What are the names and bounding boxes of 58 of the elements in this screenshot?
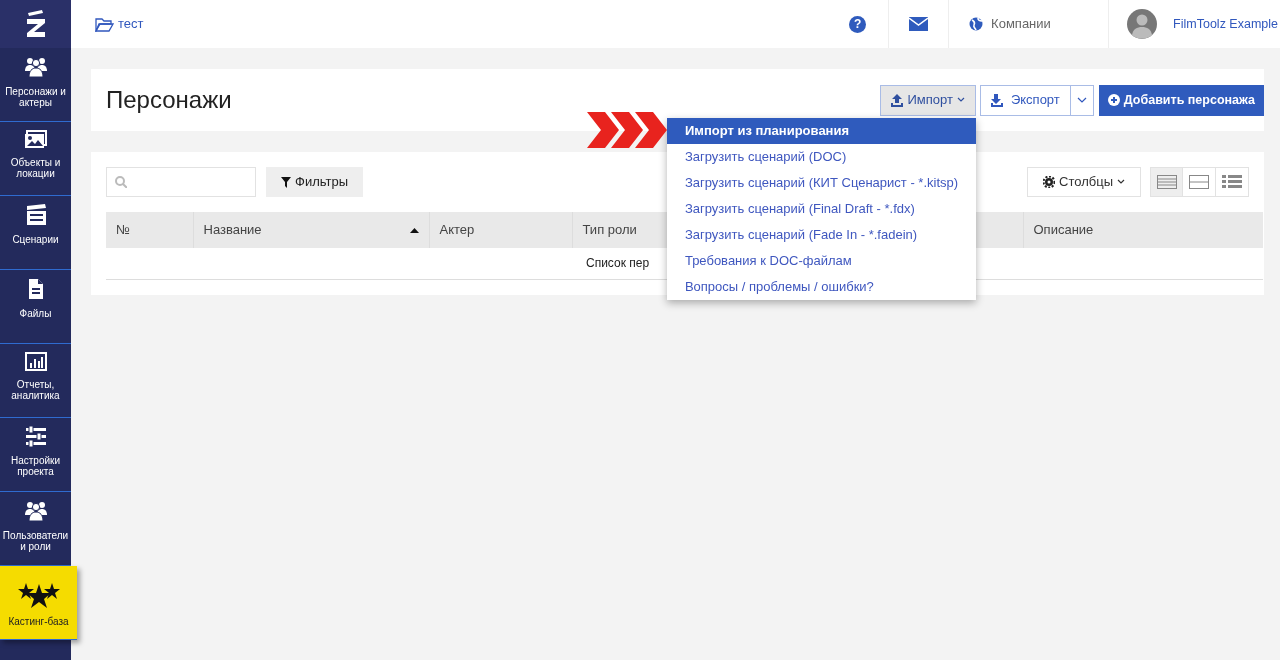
dropdown-toggle-button[interactable] [1070, 84, 1094, 116]
sliders-icon [24, 426, 47, 447]
filters-button[interactable]: Фильтры [266, 167, 363, 197]
caret-icon [1117, 179, 1125, 185]
view-mode-button[interactable] [1150, 167, 1183, 197]
menu-item[interactable]: Загрузить сценарий (КИТ Сценарист - *.kitsp) [666, 169, 976, 196]
menu-item[interactable]: Требования к DOC-файлам [666, 247, 976, 274]
caret-icon [956, 97, 965, 103]
image-icon [24, 130, 47, 149]
globe-icon[interactable] [969, 17, 984, 31]
people-icon [23, 500, 48, 522]
download-icon [990, 93, 1003, 107]
plus-icon [1107, 94, 1120, 106]
list-icon [1222, 175, 1242, 189]
column-header[interactable]: № [106, 212, 193, 248]
user-name-link[interactable]: FilmToolz Example [1173, 14, 1278, 34]
companies-link[interactable]: Компании [991, 14, 1051, 34]
sidebar-item[interactable]: Объекты и локации [0, 122, 71, 196]
page-title: Персонажи [106, 85, 233, 115]
sidebar-item[interactable]: Персонажи и актеры [0, 48, 71, 122]
gear-icon [1043, 176, 1056, 188]
columns-button[interactable]: Столбцы [1027, 167, 1141, 197]
upload-icon [891, 93, 904, 107]
document-icon [26, 278, 45, 300]
clapperboard-icon [24, 204, 47, 226]
people-icon [23, 56, 48, 78]
mail-icon[interactable] [909, 17, 929, 31]
sidebar-item[interactable]: Файлы [0, 270, 71, 344]
avatar-icon[interactable] [1127, 9, 1158, 39]
chevrons-icon [586, 111, 667, 148]
table-rows-icon [1156, 175, 1177, 189]
caret-icon [1076, 97, 1087, 103]
search-icon [115, 176, 127, 188]
column-header[interactable]: Название [193, 212, 429, 248]
logo-icon[interactable] [24, 10, 47, 38]
menu-item[interactable]: Импорт из планирования [666, 117, 976, 144]
empty-message: Список пер [586, 256, 650, 271]
column-header[interactable]: Актер [429, 212, 572, 248]
menu-item[interactable]: Вопросы / проблемы / ошибки? [666, 273, 976, 300]
sidebar-item[interactable]: Сценарии [0, 196, 71, 270]
menu-item[interactable]: Загрузить сценарий (Final Draft - *.fdx) [666, 195, 976, 222]
filter-icon [281, 176, 291, 188]
sidebar-item[interactable]: Отчеты, аналитика [0, 344, 71, 418]
bar-chart-icon [24, 352, 47, 371]
view-mode-button[interactable] [1183, 167, 1216, 197]
help-icon[interactable]: ? [849, 15, 867, 33]
add-character-button[interactable]: Добавить персонажа [1098, 84, 1264, 116]
folder-icon [95, 16, 114, 32]
export-button[interactable]: Экспорт [979, 84, 1071, 116]
split-view-icon [1189, 175, 1209, 189]
sidebar-item[interactable]: Настройки проекта [0, 418, 71, 492]
search-field[interactable] [106, 167, 256, 197]
menu-item[interactable]: Загрузить сценарий (DOC) [666, 143, 976, 170]
view-mode-button[interactable] [1216, 167, 1249, 197]
menu-item[interactable]: Загрузить сценарий (Fade In - *.fadein) [666, 221, 976, 248]
column-header[interactable]: Описание [1023, 212, 1263, 248]
breadcrumb-link[interactable]: тест [95, 14, 144, 34]
import-button[interactable]: Импорт [880, 84, 976, 116]
